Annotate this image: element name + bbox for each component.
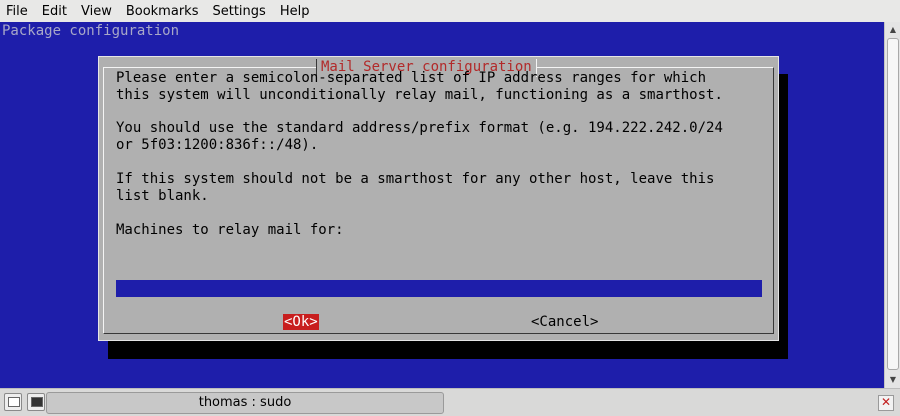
relay-prompt-label: Machines to relay mail for: <box>116 222 344 238</box>
dialog-text-line-2: this system will unconditionally relay m… <box>116 87 723 103</box>
menu-edit[interactable]: Edit <box>42 4 67 19</box>
scroll-up-arrow-icon[interactable]: ▲ <box>887 24 899 36</box>
dialog-text-line-4: or 5f03:1200:836f::/48). <box>116 137 319 153</box>
menu-view[interactable]: View <box>81 4 112 19</box>
task-thomas-sudo[interactable]: thomas : sudo <box>46 392 444 414</box>
dialog-text-line-5: If this system should not be a smarthost… <box>116 171 715 187</box>
close-icon[interactable]: ✕ <box>878 395 894 411</box>
menu-settings[interactable]: Settings <box>212 4 265 19</box>
menubar: File Edit View Bookmarks Settings Help <box>0 0 900 22</box>
dialog-text-line-6: list blank. <box>116 188 209 204</box>
ok-button[interactable]: <Ok> <box>283 314 319 330</box>
relay-machines-input[interactable] <box>116 280 762 297</box>
window-list-icon[interactable] <box>4 393 22 411</box>
menu-help[interactable]: Help <box>280 4 310 19</box>
dialog-text-line-3: You should use the standard address/pref… <box>116 120 723 136</box>
cancel-button[interactable]: <Cancel> <box>531 314 598 330</box>
mail-server-dialog: Mail Server configuration Please enter a… <box>98 56 779 341</box>
scroll-down-arrow-icon[interactable]: ▼ <box>887 374 899 386</box>
dialog-text-line-1: Please enter a semicolon-separated list … <box>116 70 707 86</box>
scroll-thumb[interactable] <box>887 38 899 370</box>
terminal-icon[interactable] <box>27 393 45 411</box>
menu-file[interactable]: File <box>6 4 28 19</box>
terminal-screen[interactable]: Package configuration Mail Server config… <box>0 22 884 388</box>
backtitle: Package configuration <box>2 23 180 39</box>
taskbar: thomas : sudo ✕ <box>0 388 900 416</box>
vertical-scrollbar[interactable]: ▲ ▼ <box>884 22 900 388</box>
menu-bookmarks[interactable]: Bookmarks <box>126 4 199 19</box>
